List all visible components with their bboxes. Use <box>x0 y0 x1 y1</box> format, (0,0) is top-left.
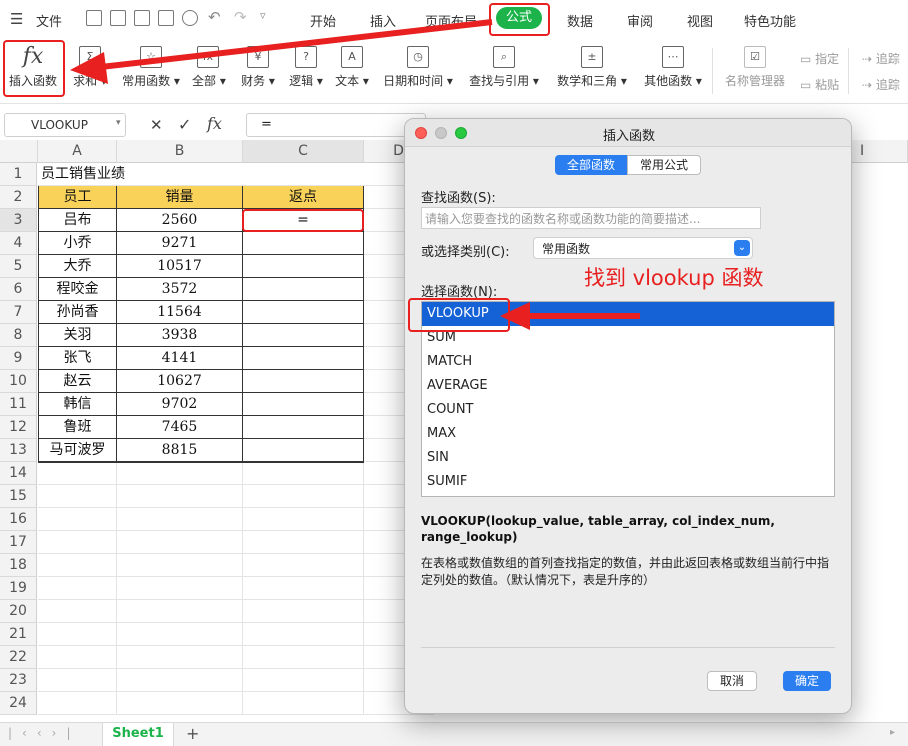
arrowhead-vlookup <box>500 302 530 330</box>
annotation-arrows <box>70 19 640 330</box>
arrow-to-insert-function <box>91 19 493 71</box>
sheet-title-cell[interactable]: 员工销售业绩 <box>38 163 364 186</box>
arrowhead-insert-function <box>70 52 108 84</box>
